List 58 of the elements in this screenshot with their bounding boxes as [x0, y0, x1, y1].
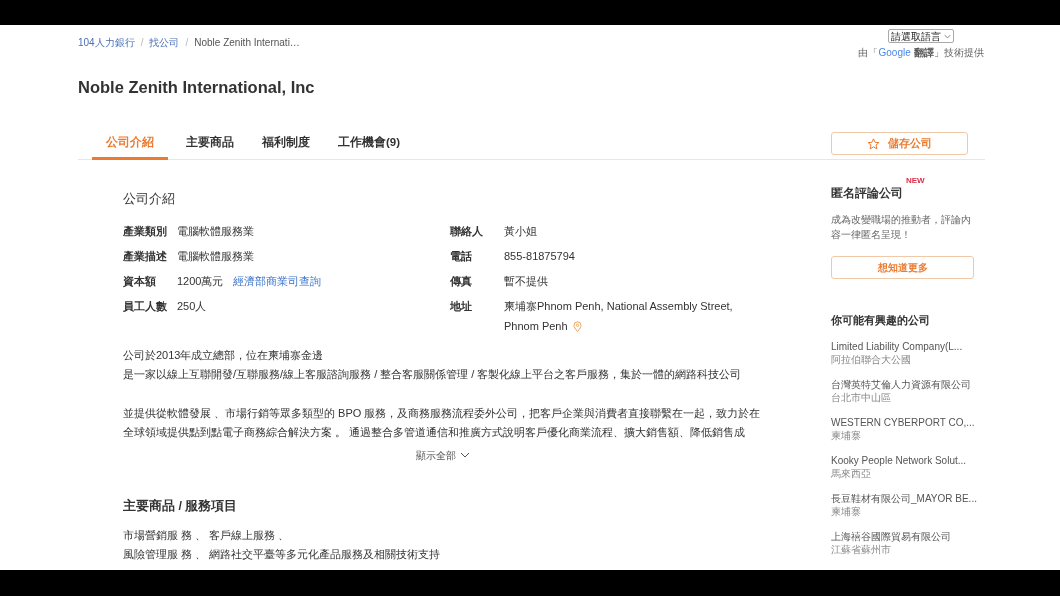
field-value: 250人	[177, 298, 207, 314]
company-location: 馬來西亞	[831, 467, 872, 481]
chevron-down-icon	[460, 452, 470, 459]
breadcrumb-separator: /	[140, 36, 144, 50]
tab[interactable]: 福利制度	[262, 120, 310, 160]
field-label: 產業描述	[123, 248, 168, 264]
field-value: 1200萬元	[177, 273, 224, 289]
company-location: 台北市中山區	[831, 391, 892, 405]
chevron-down-icon	[944, 33, 951, 39]
company-location: 阿拉伯聯合大公國	[831, 353, 912, 367]
breadcrumb-link[interactable]: 104人力銀行	[78, 35, 135, 58]
field-label: 聯絡人	[450, 223, 484, 239]
paragraph-line: 風險管理服 務 、 網路社交平臺等多元化產品服務及相關技術支持	[123, 546, 442, 562]
section-title: 公司介紹	[123, 191, 176, 208]
paragraph-line: 全球領域提供點到點電子商務綜合解決方案 。 通過整合多管道通信和推廣方式說明客戶優化商業流程、擴大銷售額、降低銷售成	[123, 425, 747, 441]
paragraph-line: 市場營銷服 務 、 客戶線上服務 、	[123, 527, 291, 543]
breadcrumb-separator: /	[185, 36, 189, 50]
paragraph-line: 公司於2013年成立總部，位在柬埔寨金邊	[123, 347, 325, 363]
language-select[interactable]: 請選取語言	[888, 29, 954, 43]
sidebar-heading: 匿名評論公司	[831, 187, 903, 199]
translate-credit: 由「Google 翻譯」技術提供	[858, 46, 984, 60]
paragraph-line: 並提供從軟體發展 、市場行銷等眾多類型的 BPO 服務，及商務服務流程委外公司，把客戶企業與消費者直接聯繫在一起，致力於在	[123, 405, 762, 421]
breadcrumb-current: Noble Zenith Internati…	[194, 36, 300, 50]
field-value: 黃小姐	[504, 223, 537, 239]
company-location: 柬埔寨	[831, 429, 862, 443]
breadcrumb-link[interactable]: 找公司	[149, 35, 180, 58]
tab[interactable]: 主要商品	[186, 120, 234, 160]
map-pin-icon[interactable]	[572, 321, 582, 332]
lookup-link[interactable]: 經濟部商業司查詢	[233, 272, 322, 290]
new-label: NEW	[906, 176, 925, 185]
company-link[interactable]: 上海禧谷國際貿易有限公司	[831, 529, 991, 544]
field-value: 電腦軟體服務業	[177, 248, 254, 264]
field-value: 855-81875794	[504, 248, 575, 264]
field-label: 產業類別	[123, 223, 168, 239]
paragraph-line: 是一家以線上互聯開發/互聯服務/線上客服諮詢服務 / 整合客服關係管理 / 客製化線上平台之客戶服務，集於一體的網路科技公司	[123, 367, 743, 383]
tab[interactable]: 工作機會(9)	[338, 120, 401, 160]
field-value: 柬埔寨Phnom Penh, National Assembly Street,	[504, 298, 733, 314]
field-label: 員工人數	[123, 298, 168, 314]
company-link[interactable]: 台灣英特艾倫人力資源有限公司	[831, 377, 991, 392]
company-location: 柬埔寨	[831, 505, 862, 519]
company-name: Noble Zenith International, Inc	[78, 78, 316, 98]
field-label: 資本額	[123, 273, 157, 289]
company-location: 江蘇省蘇州市	[831, 543, 892, 557]
sidebar-heading: 你可能有興趣的公司	[831, 313, 931, 329]
company-link[interactable]: Kooky People Network Solut...	[831, 453, 991, 468]
star-icon	[867, 137, 880, 150]
review-description: 成為改變職場的推動者，評論內容一律匿名呈現！	[831, 213, 972, 243]
company-link[interactable]: Limited Liability Company(L...	[831, 339, 991, 354]
company-link[interactable]: WESTERN CYBERPORT CO,...	[831, 415, 991, 430]
field-label: 傳真	[450, 273, 473, 289]
field-label: 電話	[450, 248, 473, 264]
show-all-link[interactable]: 顯示全部	[416, 447, 470, 463]
field-value: 電腦軟體服務業	[177, 223, 254, 239]
field-value: Phnom Penh	[504, 319, 568, 335]
field-label: 地址	[450, 298, 473, 314]
field-value: 暫不提供	[504, 273, 548, 289]
section-title: 主要商品 / 服務項目	[123, 497, 239, 515]
company-link[interactable]: 長豆鞋材有限公司_MAYOR BE...	[831, 491, 991, 506]
